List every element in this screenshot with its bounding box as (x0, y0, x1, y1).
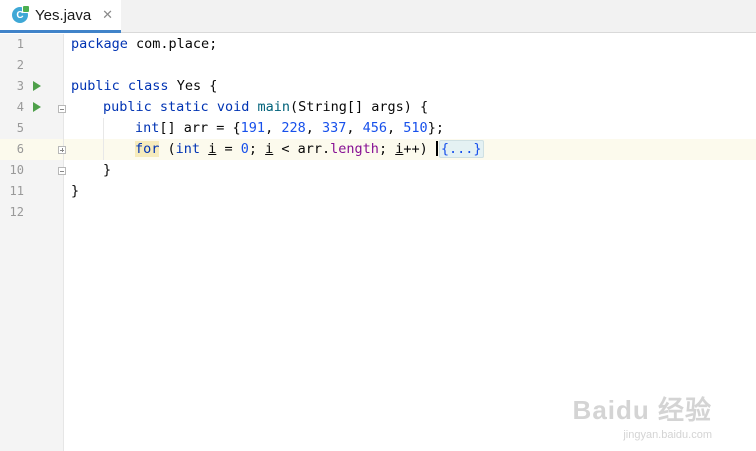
code-text: } (71, 183, 80, 199)
line-number: 4 (16, 100, 24, 114)
number-literal: 0 (240, 141, 249, 157)
baidu-watermark-url: jingyan.baidu.com (623, 429, 712, 441)
number-literal: 228 (281, 120, 306, 136)
line-number: 2 (16, 58, 24, 72)
code-text: = (216, 141, 241, 157)
line-number: 12 (9, 205, 24, 219)
keyword: int (175, 141, 201, 157)
line-number: 3 (16, 79, 24, 93)
number-literal: 456 (362, 120, 388, 136)
field-name: length (330, 141, 379, 157)
code-text: , (346, 120, 363, 136)
code-text: (String[] args) { (290, 99, 429, 115)
keyword: int (135, 120, 160, 136)
code-text: , (265, 120, 282, 136)
keyword: package (71, 36, 128, 52)
code-editor[interactable]: 1 2 3 4 5 6 10 11 12 package com.place; … (0, 34, 756, 451)
keyword: static (159, 99, 209, 115)
code-line-5: int[] arr = {191, 228, 337, 456, 510}; (135, 118, 444, 139)
fold-expand-icon[interactable] (58, 146, 66, 154)
keyword: void (216, 99, 250, 115)
indent-guide (103, 118, 104, 160)
line-number: 1 (16, 37, 24, 51)
text-caret (435, 141, 438, 156)
code-text: Yes { (168, 78, 218, 94)
number-literal: 191 (240, 120, 266, 136)
code-text: ( (159, 141, 176, 157)
tab-filename: Yes.java (35, 6, 92, 24)
java-class-icon: C (12, 5, 30, 23)
code-text: , (387, 120, 404, 136)
code-text: ; (248, 141, 266, 157)
code-line-6: for (int i = 0; i < arr.length; i++) {..… (135, 139, 484, 160)
keyword: public (103, 99, 152, 115)
code-text: [] arr = { (159, 120, 241, 136)
code-line-3: public class Yes { (71, 76, 217, 97)
code-line-10: } (103, 160, 111, 181)
number-literal: 337 (321, 120, 347, 136)
close-tab-icon[interactable]: ✕ (102, 8, 113, 23)
keyword: class (127, 78, 169, 94)
line-number: 10 (9, 163, 24, 177)
baidu-watermark: Baidu 经验 (572, 395, 712, 425)
line-number: 11 (9, 184, 24, 198)
editor-tab-bar: C Yes.java ✕ (0, 0, 756, 33)
code-text: , (305, 120, 322, 136)
run-main-icon[interactable] (33, 102, 41, 112)
code-line-4: public static void main(String[] args) { (103, 97, 428, 118)
fold-collapse-icon[interactable] (58, 105, 66, 113)
keyword: for (135, 141, 160, 157)
method-name: main (257, 99, 291, 115)
number-literal: 510 (403, 120, 428, 136)
code-text: }; (427, 120, 444, 136)
code-line-1: package com.place; (71, 34, 217, 55)
code-text: com.place; (127, 36, 218, 52)
code-text: ++) (403, 141, 436, 157)
file-tab-yes-java[interactable]: C Yes.java ✕ (0, 0, 121, 33)
line-number: 6 (16, 142, 24, 156)
keyword: public (71, 78, 120, 94)
run-class-icon[interactable] (33, 81, 41, 91)
line-number: 5 (16, 121, 24, 135)
code-text: } (103, 162, 112, 178)
folded-code-block[interactable]: {...} (438, 140, 484, 158)
code-text: ; (378, 141, 396, 157)
code-line-11: } (71, 181, 79, 202)
fold-end-icon[interactable] (58, 167, 66, 175)
code-text: < arr. (273, 141, 331, 157)
